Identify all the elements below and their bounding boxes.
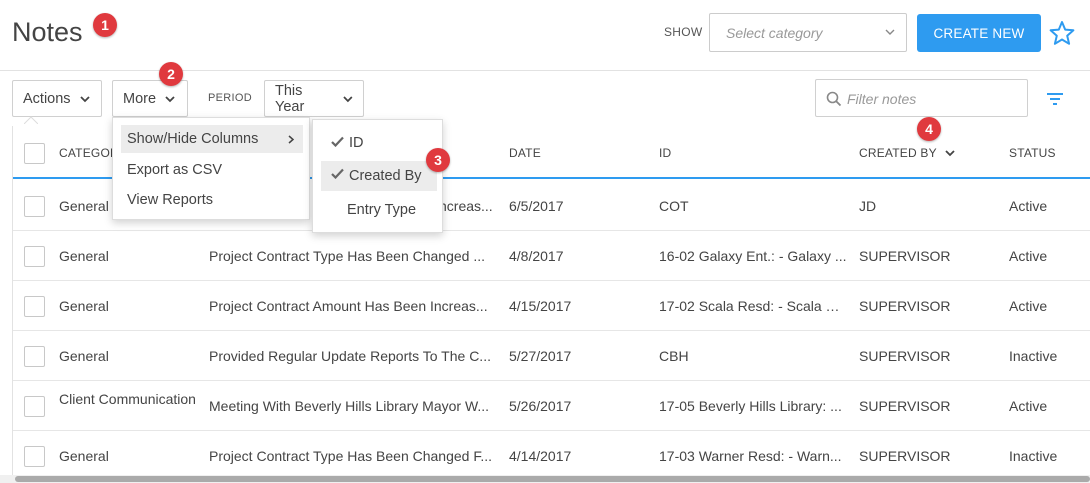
- menu-item-show-hide-columns[interactable]: Show/Hide Columns: [121, 125, 303, 153]
- columns-submenu: ID Created By Entry Type: [312, 119, 443, 233]
- select-all-checkbox[interactable]: [24, 143, 45, 164]
- subject-cell: Project Contract Amount Has Been Increas…: [209, 298, 488, 314]
- status-cell: Inactive: [1009, 448, 1058, 464]
- column-header-created-by[interactable]: CREATED BY: [859, 146, 955, 160]
- date-cell: 5/26/2017: [509, 398, 572, 414]
- show-label: SHOW: [664, 25, 703, 39]
- submenu-item-id[interactable]: ID: [321, 129, 437, 157]
- id-cell: 16-02 Galaxy Ent.: - Galaxy ...: [659, 248, 847, 264]
- row-checkbox[interactable]: [24, 396, 45, 417]
- actions-button[interactable]: Actions: [12, 80, 102, 117]
- table-row[interactable]: General Project Contract Type Has Been C…: [13, 431, 1090, 481]
- category-cell: General: [59, 198, 109, 214]
- page-title: Notes: [12, 17, 83, 47]
- subject-cell: Project Contract Type Has Been Changed .…: [209, 248, 486, 264]
- id-cell: CBH: [659, 348, 689, 364]
- subject-cell: Provided Regular Update Reports To The C…: [209, 348, 491, 364]
- star-icon[interactable]: [1049, 20, 1075, 46]
- submenu-item-entry-type[interactable]: Entry Type: [321, 196, 437, 224]
- more-dropdown-menu: Show/Hide Columns Export as CSV View Rep…: [112, 117, 310, 220]
- created-by-cell: SUPERVISOR: [859, 448, 951, 464]
- submenu-item-label: Created By: [349, 168, 422, 184]
- row-checkbox[interactable]: [24, 446, 45, 467]
- actions-button-label: Actions: [23, 90, 71, 107]
- category-cell: General: [59, 298, 109, 314]
- id-cell: 17-02 Scala Resd: - Scala Re...: [659, 298, 849, 314]
- created-by-cell: SUPERVISOR: [859, 398, 951, 414]
- column-header-created-by-label: CREATED BY: [859, 146, 937, 160]
- row-checkbox[interactable]: [24, 296, 45, 317]
- date-cell: 4/8/2017: [509, 248, 564, 264]
- status-cell: Active: [1009, 398, 1048, 414]
- created-by-cell: SUPERVISOR: [859, 348, 951, 364]
- period-select-value: This Year: [275, 82, 305, 115]
- date-cell: 5/27/2017: [509, 348, 572, 364]
- category-cell: Client Communication: [59, 391, 196, 407]
- date-cell: 6/5/2017: [509, 198, 564, 214]
- callout-badge-3: 3: [426, 148, 450, 172]
- callout-badge-4: 4: [917, 117, 941, 141]
- callout-badge-2: 2: [159, 62, 183, 86]
- chevron-down-icon: [945, 150, 955, 157]
- table-row[interactable]: Client Communication Meeting With Beverl…: [13, 381, 1090, 431]
- chevron-down-icon: [885, 29, 895, 35]
- period-label: PERIOD: [208, 92, 252, 104]
- chevron-down-icon: [343, 95, 353, 102]
- create-new-button[interactable]: CREATE NEW: [917, 14, 1041, 52]
- subject-cell: Meeting With Beverly Hills Library Mayor…: [209, 398, 490, 414]
- status-cell: Active: [1009, 248, 1048, 264]
- period-select[interactable]: This Year: [264, 80, 364, 117]
- created-by-cell: JD: [859, 198, 877, 214]
- check-icon: [331, 168, 344, 179]
- search-icon: [826, 91, 842, 107]
- status-cell: Active: [1009, 198, 1048, 214]
- created-by-cell: SUPERVISOR: [859, 248, 951, 264]
- submenu-item-created-by[interactable]: Created By: [321, 161, 437, 191]
- category-select[interactable]: Select category: [709, 13, 907, 52]
- filter-icon[interactable]: [1047, 93, 1063, 105]
- horizontal-scrollbar[interactable]: [0, 475, 1090, 483]
- subject-cell: Project Contract Type Has Been Changed F…: [209, 448, 493, 464]
- table-row[interactable]: General Provided Regular Update Reports …: [13, 331, 1090, 381]
- table-row[interactable]: General Project Contract Amount Has Been…: [13, 281, 1090, 331]
- date-cell: 4/14/2017: [509, 448, 572, 464]
- column-header-date[interactable]: DATE: [509, 146, 541, 160]
- category-select-placeholder: Select category: [726, 25, 823, 41]
- filter-notes-input[interactable]: Filter notes: [815, 79, 1028, 117]
- menu-item-label: Show/Hide Columns: [127, 131, 259, 147]
- row-checkbox[interactable]: [24, 196, 45, 217]
- id-cell: 17-03 Warner Resd: - Warn...: [659, 448, 842, 464]
- chevron-down-icon: [165, 95, 175, 102]
- check-icon: [331, 136, 344, 147]
- callout-badge-1: 1: [93, 13, 117, 37]
- column-header-status[interactable]: STATUS: [1009, 146, 1056, 160]
- row-checkbox[interactable]: [24, 246, 45, 267]
- date-cell: 4/15/2017: [509, 298, 572, 314]
- status-cell: Inactive: [1009, 348, 1058, 364]
- scrollbar-thumb[interactable]: [15, 476, 1090, 482]
- created-by-cell: SUPERVISOR: [859, 298, 951, 314]
- menu-caret: [24, 116, 38, 124]
- category-cell: General: [59, 448, 109, 464]
- submenu-item-label: ID: [349, 135, 364, 151]
- menu-item-view-reports[interactable]: View Reports: [121, 186, 303, 214]
- table-row[interactable]: General Project Contract Type Has Been C…: [13, 231, 1090, 281]
- category-cell: General: [59, 248, 109, 264]
- more-button[interactable]: More: [112, 80, 188, 117]
- menu-item-export-csv[interactable]: Export as CSV: [121, 156, 303, 184]
- subject-cell: ncreas...: [439, 198, 493, 214]
- filter-notes-placeholder: Filter notes: [847, 91, 917, 107]
- chevron-right-icon: [288, 135, 294, 144]
- column-header-category[interactable]: CATEGOR: [59, 146, 119, 160]
- id-cell: COT: [659, 198, 689, 214]
- column-header-id[interactable]: ID: [659, 146, 671, 160]
- chevron-down-icon: [79, 95, 90, 102]
- more-button-label: More: [123, 90, 157, 107]
- row-checkbox[interactable]: [24, 346, 45, 367]
- id-cell: 17-05 Beverly Hills Library: ...: [659, 398, 842, 414]
- category-cell: General: [59, 348, 109, 364]
- status-cell: Active: [1009, 298, 1048, 314]
